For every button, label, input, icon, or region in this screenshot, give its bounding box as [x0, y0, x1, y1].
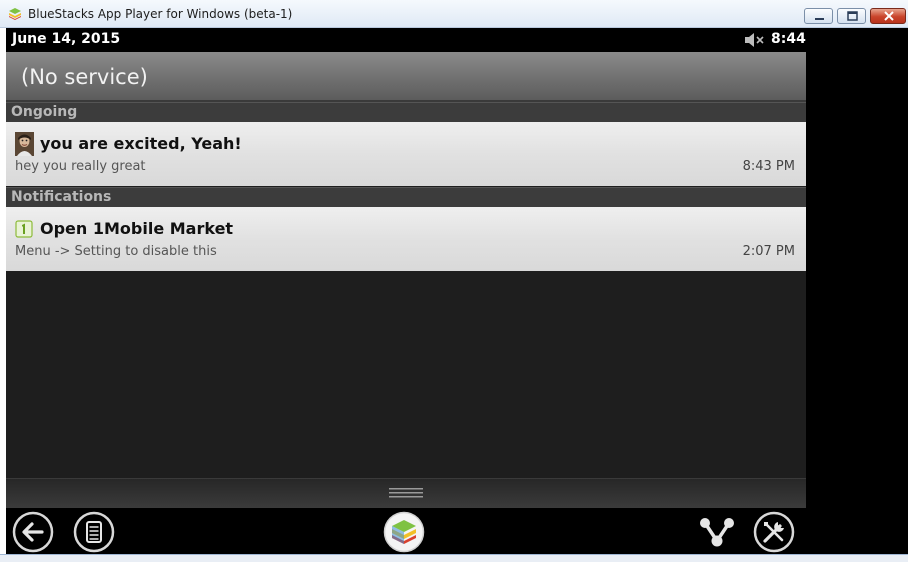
drag-handle-icon[interactable] [389, 487, 423, 499]
bluestacks-app-icon [9, 8, 21, 20]
status-date: June 14, 2015 [12, 31, 121, 47]
bluestacks-home-icon [383, 511, 425, 553]
back-button[interactable] [12, 511, 54, 554]
close-icon [884, 11, 894, 21]
notification-text: Menu -> Setting to disable this [15, 244, 217, 259]
shade-drag-bar[interactable] [6, 478, 806, 508]
home-button[interactable] [383, 511, 425, 554]
status-time: 8:44 [771, 31, 806, 47]
minimize-button[interactable] [804, 8, 833, 24]
notification-title: you are excited, Yeah! [40, 134, 242, 153]
close-button[interactable] [870, 8, 906, 24]
notification-time: 2:07 PM [742, 244, 795, 259]
notification-empty-area [6, 271, 806, 478]
back-icon [12, 511, 54, 553]
section-title-ongoing: Ongoing [11, 104, 78, 120]
carrier-bar: (No service) [6, 52, 806, 102]
status-bar[interactable]: June 14, 2015 8:44 [6, 28, 806, 52]
settings-tools-icon [753, 511, 795, 553]
restore-button[interactable] [837, 8, 866, 24]
share-icon [700, 518, 734, 547]
minimize-icon [815, 18, 824, 20]
notification-item[interactable]: you are excited, Yeah! hey you really gr… [6, 122, 806, 186]
notification-time: 8:43 PM [742, 159, 795, 174]
window-title: BlueStacks App Player for Windows (beta-… [28, 7, 293, 21]
window-right-padding [806, 28, 908, 554]
bluestacks-window: BlueStacks App Player for Windows (beta-… [0, 0, 908, 562]
menu-button[interactable] [73, 511, 115, 554]
window-titlebar[interactable]: BlueStacks App Player for Windows (beta-… [0, 0, 908, 28]
notification-title: Open 1Mobile Market [40, 219, 234, 238]
android-screen: June 14, 2015 8:44 (No service) Ongoing [6, 28, 806, 554]
section-title-notifications: Notifications [11, 189, 112, 205]
restore-icon [847, 11, 858, 21]
settings-button[interactable] [753, 511, 795, 554]
share-button[interactable] [696, 511, 738, 554]
notification-text: hey you really great [15, 159, 146, 174]
section-header-ongoing: Ongoing [6, 102, 806, 122]
section-header-notifications: Notifications [6, 187, 806, 207]
menu-icon [73, 511, 115, 553]
notification-item[interactable]: Open 1Mobile Market Menu -> Setting to d… [6, 207, 806, 271]
volume-muted-icon [745, 33, 764, 47]
1mobile-market-icon [15, 220, 33, 238]
navigation-bar [6, 508, 806, 554]
person-avatar-icon [15, 132, 34, 156]
carrier-status: (No service) [21, 65, 148, 89]
taskbar-strip [0, 554, 908, 562]
